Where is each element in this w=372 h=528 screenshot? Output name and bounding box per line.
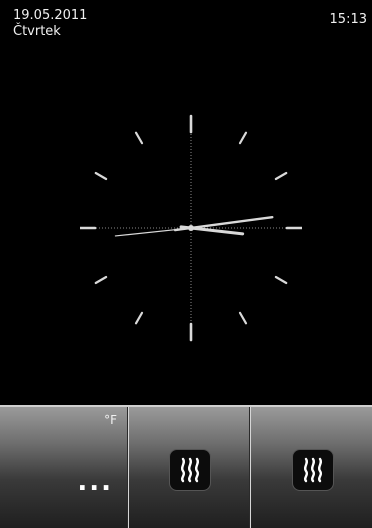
bottom-control-bar: °F ...	[0, 405, 372, 528]
temperature-unit: °F	[104, 413, 117, 427]
heating-tile-1[interactable]	[128, 407, 250, 528]
status-date: 19.05.2011	[13, 8, 88, 23]
heating-icon	[303, 457, 322, 483]
clock-tick	[274, 171, 288, 181]
clock-hands	[114, 215, 274, 237]
clock-tick	[274, 275, 288, 285]
heating-tile-2[interactable]	[250, 407, 372, 528]
status-time: 15:13	[329, 12, 367, 27]
heating-icon	[180, 457, 200, 483]
temperature-tile[interactable]: °F ...	[0, 407, 128, 528]
analog-clock	[80, 114, 302, 342]
temperature-value: ...	[77, 467, 113, 497]
heating-button-1[interactable]	[169, 449, 211, 491]
clock-tick	[238, 131, 248, 145]
device-screen: 19.05.2011 Čtvrtek 15:13 °F ...	[0, 0, 372, 528]
clock-tick	[134, 131, 144, 145]
clock-tick	[94, 275, 108, 285]
clock-tick	[238, 311, 248, 325]
heating-button-2[interactable]	[291, 449, 334, 491]
status-day: Čtvrtek	[13, 24, 61, 39]
clock-tick	[134, 311, 144, 325]
clock-tick	[94, 171, 108, 181]
clock-center-cap	[188, 225, 194, 231]
